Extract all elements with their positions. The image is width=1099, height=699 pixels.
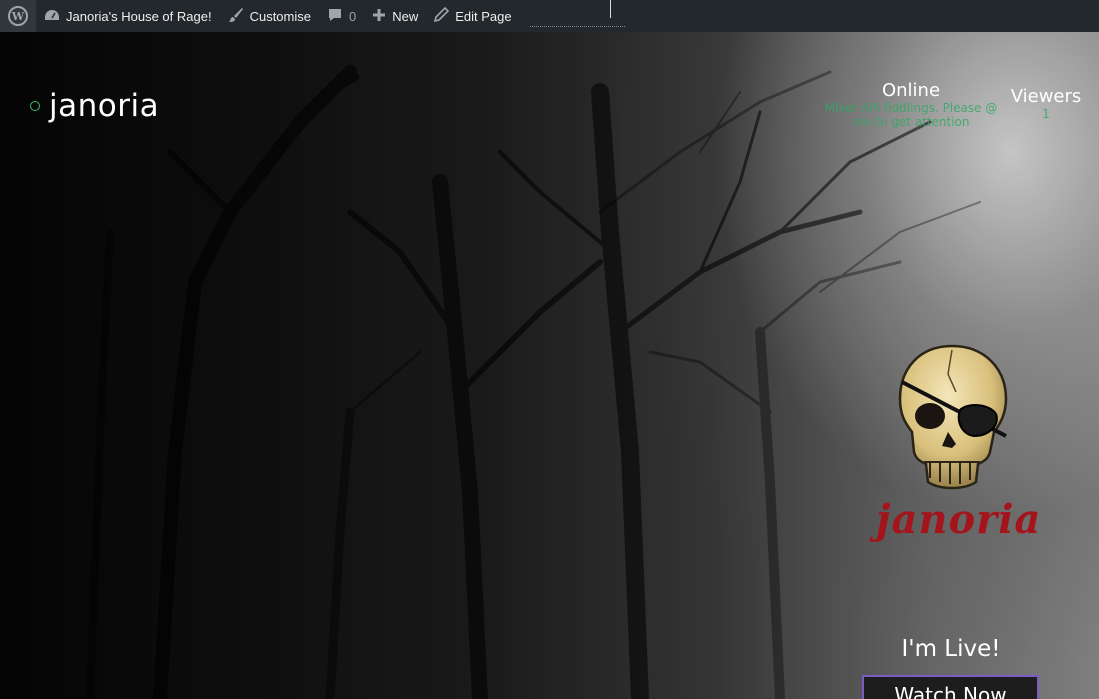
edit-page-label: Edit Page [455,8,512,24]
wp-logo-menu[interactable]: W [0,0,36,32]
pencil-icon [434,6,450,25]
viewers-block: Viewers 1 [1003,80,1089,121]
live-label: I'm Live! [901,636,1001,662]
viewers-count: 1 [1042,107,1050,121]
new-content-link[interactable]: New [364,0,426,32]
site-name-label: Janoria's House of Rage! [66,8,212,24]
admin-search-input[interactable] [529,0,625,27]
wordpress-logo-icon: W [8,6,28,26]
plus-icon [372,8,386,25]
stream-title: Mixer API fiddlings. Please @ me to get … [824,101,998,129]
online-status-icon [30,101,40,111]
watch-now-button[interactable]: Watch Now [862,675,1039,699]
comments-count: 0 [349,8,357,24]
viewers-title: Viewers [1010,86,1082,107]
admin-bar: W Janoria's House of Rage! Customise 0 N… [0,0,1099,32]
brand[interactable]: janoria [30,88,159,124]
comment-icon [327,7,343,26]
channel-logo: janoria [860,344,1050,594]
customise-label: Customise [249,8,311,24]
skull-eyepatch-icon [898,344,1008,490]
new-label: New [392,8,419,24]
site-name-link[interactable]: Janoria's House of Rage! [36,0,220,32]
online-title: Online [881,80,941,101]
edit-page-link[interactable]: Edit Page [426,0,519,32]
brush-icon [228,7,244,26]
comments-link[interactable]: 0 [319,0,364,32]
hero-section: janoria Online Mixer API fiddlings. Plea… [0,32,1099,699]
brand-name: janoria [49,88,160,124]
text-caret [609,0,611,18]
customise-link[interactable]: Customise [220,0,319,32]
dashboard-icon [44,8,60,25]
logo-text: janoria [876,496,1042,543]
online-status-block: Online Mixer API fiddlings. Please @ me … [820,80,1002,129]
